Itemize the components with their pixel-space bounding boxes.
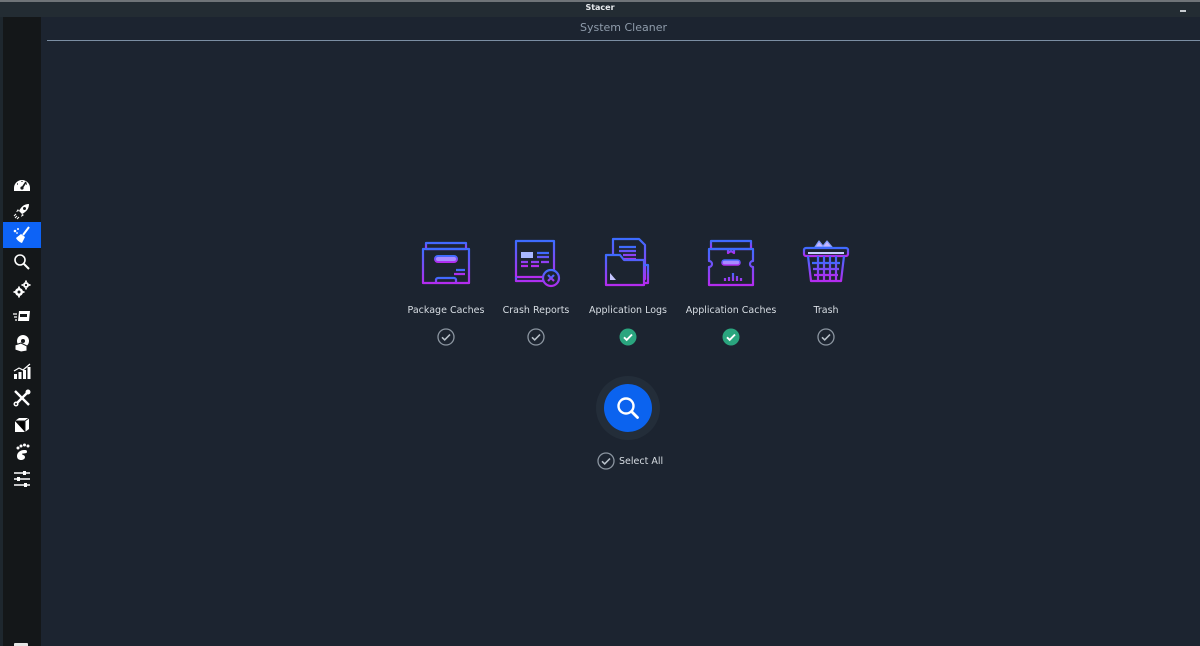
unchecked-checkbox-icon[interactable] xyxy=(527,328,545,346)
sidebar-item-gnome-settings[interactable] xyxy=(3,439,41,465)
package-icon xyxy=(15,417,30,432)
scan-button[interactable] xyxy=(604,384,652,432)
sidebar-item-helpers[interactable] xyxy=(3,385,41,411)
unchecked-checkbox-icon[interactable] xyxy=(817,328,835,346)
unchecked-checkbox-icon[interactable] xyxy=(597,452,615,470)
sidebar-item-resources[interactable] xyxy=(3,358,41,384)
application-caches-icon xyxy=(707,239,755,287)
sidebar-item-dashboard[interactable] xyxy=(3,172,41,198)
trash-icon xyxy=(802,240,850,283)
category-application-caches[interactable]: Application Caches xyxy=(676,235,786,346)
disk-box-icon xyxy=(14,335,29,353)
sidebar-item-startup-apps[interactable] xyxy=(3,198,41,224)
category-label: Crash Reports xyxy=(502,305,570,316)
category-label: Trash xyxy=(813,305,839,316)
crash-reports-icon xyxy=(514,239,561,288)
package-caches-icon xyxy=(421,241,471,285)
sidebar-item-apt-repository[interactable] xyxy=(3,412,41,438)
category-application-logs[interactable]: Application Logs xyxy=(573,235,683,346)
minimize-button[interactable] xyxy=(1180,10,1186,12)
speedometer-icon xyxy=(14,180,30,191)
checked-checkbox-icon[interactable] xyxy=(722,328,740,346)
sidebar xyxy=(3,17,41,646)
sidebar-item-search[interactable] xyxy=(3,249,41,275)
sidebar-item-settings[interactable] xyxy=(3,466,41,492)
category-trash[interactable]: Trash xyxy=(771,235,881,346)
gears-icon xyxy=(13,280,31,298)
category-label: Application Logs xyxy=(588,305,668,316)
select-all-checkbox[interactable]: Select All xyxy=(597,452,663,470)
stacer-window: Stacer System Cleaner Package Caches Cra… xyxy=(0,0,1200,646)
title-bar: Stacer xyxy=(0,2,1200,17)
unchecked-checkbox-icon[interactable] xyxy=(437,328,455,346)
category-label: Package Caches xyxy=(407,305,485,316)
page-title: System Cleaner xyxy=(579,21,668,34)
processes-icon xyxy=(13,311,30,321)
select-all-label: Select All xyxy=(619,455,664,467)
title-divider xyxy=(47,40,1200,41)
sidebar-item-system-cleaner[interactable] xyxy=(3,222,41,248)
tools-icon xyxy=(13,389,31,407)
broom-icon xyxy=(13,226,30,243)
application-logs-icon xyxy=(604,237,650,287)
search-icon xyxy=(14,254,30,270)
sidebar-item-services[interactable] xyxy=(3,276,41,302)
window-title: Stacer xyxy=(585,3,615,12)
chart-icon xyxy=(13,363,31,379)
category-label: Application Caches xyxy=(685,305,777,316)
gnome-foot-icon xyxy=(16,443,30,460)
checked-checkbox-icon[interactable] xyxy=(619,328,637,346)
search-icon xyxy=(617,397,639,419)
sidebar-item-processes[interactable] xyxy=(3,303,41,329)
rocket-icon xyxy=(13,204,29,220)
sidebar-item-uninstaller[interactable] xyxy=(3,330,41,356)
sliders-icon xyxy=(14,471,30,487)
